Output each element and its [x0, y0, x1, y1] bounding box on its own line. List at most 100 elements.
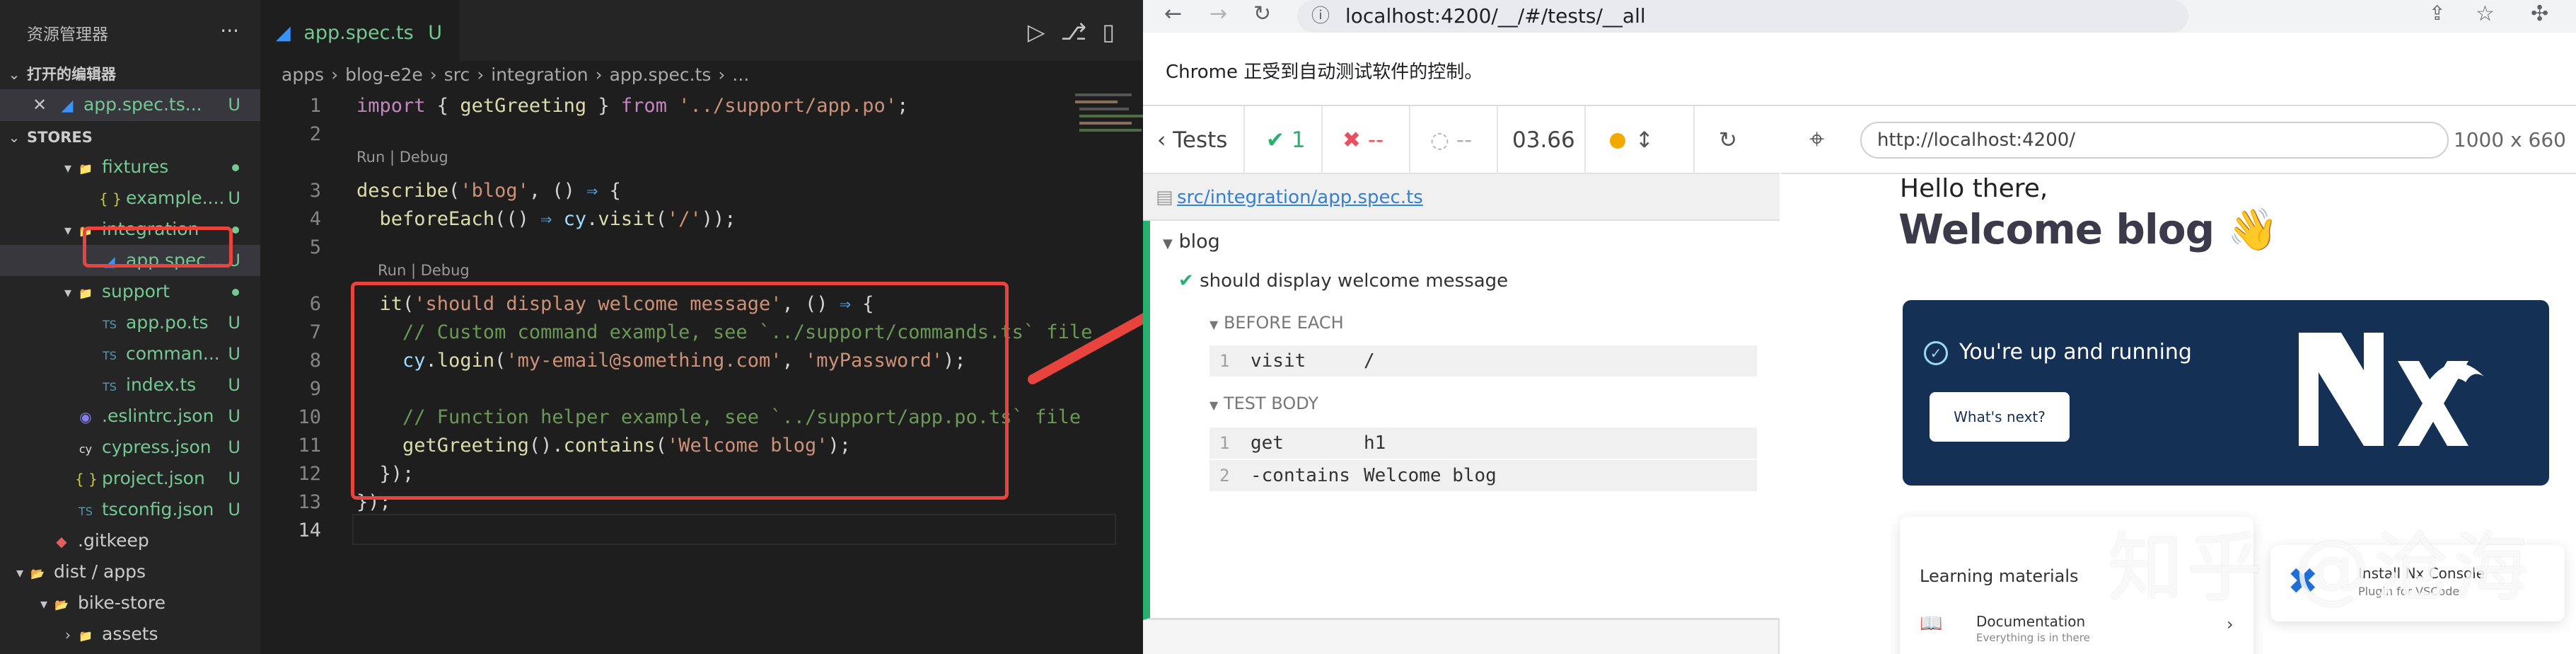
breadcrumb-item[interactable]: integration [491, 64, 588, 85]
tree-item[interactable]: cy cypress.json U [0, 432, 260, 463]
tab-label: app.spec.ts [303, 22, 414, 44]
workspace-label: STORES [26, 129, 93, 146]
breadcrumb-item[interactable]: blog-e2e [345, 64, 423, 85]
test-suite: ▼ blog ✔ should display welcome message … [1143, 221, 1780, 620]
spec-path-bar: ▤ src/integration/app.spec.ts [1143, 174, 1780, 221]
tree-item-label: 3rdpartylicense... [102, 650, 257, 654]
chevron-down-icon: ▾ [16, 564, 24, 581]
command-message: / [1364, 350, 1375, 372]
command-message: h1 [1364, 432, 1386, 454]
tree-item[interactable]: ▤ 3rdpartylicense... [0, 650, 260, 654]
modified-dot-icon [232, 164, 239, 171]
ts-icon: TS [103, 349, 117, 362]
line-number: 7 [309, 321, 321, 343]
aut-toolbar: ⌖ http://localhost:4200/ 1000 x 660 [1781, 106, 2576, 174]
compare-icon[interactable]: ⎇ [1061, 18, 1103, 45]
split-editor-icon[interactable]: ▯ [1102, 18, 1130, 45]
breadcrumb-item[interactable]: ... [732, 64, 749, 85]
code-line: 5 [260, 234, 1143, 262]
tree-item[interactable]: ▾ 📂 dist / apps [0, 556, 260, 587]
untracked-badge: U [228, 95, 240, 115]
breadcrumb-separator: › [331, 64, 339, 85]
untracked-badge: U [228, 500, 240, 520]
share-icon[interactable]: ⇪ [2429, 1, 2445, 25]
tree-item[interactable]: › 📁 assets [0, 619, 260, 650]
minimap[interactable] [1065, 89, 1143, 231]
open-editor-filename: app.spec.ts... [83, 94, 202, 115]
bookmark-star-icon[interactable]: ☆ [2476, 1, 2495, 26]
run-icon[interactable]: ▷ [1028, 18, 1061, 45]
forward-icon[interactable]: → [1209, 1, 1227, 26]
breadcrumb-separator: › [718, 64, 726, 85]
test-row[interactable]: ✔ should display welcome message [1178, 270, 1508, 292]
explorer-sidebar: 资源管理器 ··· ⌄ 打开的编辑器 ✕ ◢ app.spec.ts... U … [0, 0, 260, 654]
open-editors-section[interactable]: ⌄ 打开的编辑器 [0, 58, 260, 89]
address-url: localhost:4200/__/#/tests/__all [1345, 4, 1646, 28]
workspace-section[interactable]: ⌄ STORES [0, 120, 260, 151]
before-each-hook[interactable]: ▼ BEFORE EACH [1209, 313, 1344, 333]
tree-item[interactable]: ◉ .eslintrc.json U [0, 401, 260, 432]
cross-icon: ✖ [1342, 127, 1361, 153]
tree-item[interactable]: ▾ 📁 support [0, 276, 260, 307]
tab-badge: U [428, 22, 443, 44]
passed-count: ✔ 1 [1245, 106, 1323, 174]
tree-item-label: .gitkeep [78, 530, 149, 551]
more-actions-icon[interactable]: ··· [220, 16, 239, 47]
line-number: 3 [309, 180, 321, 202]
open-editor-item[interactable]: ✕ ◢ app.spec.ts... U [0, 89, 260, 120]
spec-path[interactable]: src/integration/app.spec.ts [1177, 187, 1423, 208]
whats-next-button[interactable]: What's next? [1930, 392, 2070, 442]
tab-app-spec[interactable]: ◢ app.spec.ts U [260, 0, 460, 67]
pending-icon: ◌ [1430, 127, 1450, 153]
tree-item[interactable]: TS index.ts U [0, 369, 260, 401]
command-name: visit [1251, 350, 1306, 372]
address-bar[interactable]: ⓘ localhost:4200/__/#/tests/__all [1297, 0, 2188, 33]
tree-item-label: tsconfig.json [102, 499, 214, 520]
test-body-hook[interactable]: ▼ TEST BODY [1209, 394, 1318, 413]
aut-url-field[interactable]: http://localhost:4200/ [1860, 122, 2449, 159]
learning-title: Learning materials [1920, 566, 2079, 586]
untracked-badge: U [228, 313, 240, 333]
tree-item[interactable]: TS app.po.ts U [0, 307, 260, 338]
command-row[interactable]: 2 -contains Welcome blog [1209, 460, 1757, 491]
breadcrumb: apps › blog-e2e › src › integration › app.spec.t… [260, 61, 1143, 89]
command-row[interactable]: 1 get h1 [1209, 428, 1757, 459]
info-icon[interactable]: ⓘ [1311, 0, 1330, 33]
reload-icon[interactable]: ↻ [1253, 1, 1271, 26]
tree-item[interactable]: ▾ 📂 bike-store [0, 587, 260, 619]
codelens-describe[interactable]: Run | Debug [356, 149, 448, 166]
documentation-link[interactable]: Documentation [1976, 613, 2085, 630]
tree-item[interactable]: TS tsconfig.json U [0, 494, 260, 525]
open-editors-label: 打开的编辑器 [26, 66, 116, 83]
breadcrumb-item[interactable]: apps [282, 64, 324, 85]
selector-playground-icon[interactable]: ⌖ [1809, 123, 1824, 155]
auto-scroll-toggle[interactable]: ↕ [1586, 106, 1676, 174]
viewport-size: 1000 x 660 [2453, 128, 2566, 151]
tree-item[interactable]: TS comman... U [0, 338, 260, 369]
tree-item[interactable]: ◆ .gitkeep [0, 525, 260, 556]
command-row[interactable]: 1 visit / [1209, 345, 1757, 377]
tree-item[interactable]: { } example.... U [0, 183, 260, 214]
breadcrumb-item[interactable]: app.spec.ts [610, 64, 712, 85]
tree-item[interactable]: { } project.json U [0, 463, 260, 494]
tree-item-label: .eslintrc.json [102, 406, 214, 426]
file-icon: ▤ [75, 650, 96, 654]
restart-icon[interactable]: ↻ [1693, 106, 1780, 174]
tree-item[interactable]: ▾ 📁 fixtures [0, 151, 260, 183]
line-number: 5 [309, 236, 321, 258]
code-line: 3 describe('blog', () ⇒ { [260, 177, 1143, 205]
back-icon[interactable]: ← [1164, 1, 1182, 26]
tree-item-label: comman... [126, 343, 220, 364]
folder-icon: 📁 [79, 162, 93, 176]
tests-button[interactable]: ‹ Tests [1143, 106, 1245, 174]
breadcrumb-item[interactable]: src [444, 64, 470, 85]
suite-row[interactable]: ▼ blog [1163, 231, 1220, 253]
codelens-it[interactable]: Run | Debug [378, 262, 470, 279]
editor-actions: ▷⎇▯ [1028, 18, 1130, 45]
spec-file-icon: ◢ [276, 22, 291, 44]
close-icon[interactable]: ✕ [33, 89, 47, 120]
chevron-right-icon[interactable]: › [2227, 614, 2234, 634]
extensions-icon[interactable]: ✣ [2531, 1, 2548, 26]
book-icon: 📖 [1920, 613, 1943, 634]
caret-down-icon: ▼ [1163, 236, 1173, 251]
